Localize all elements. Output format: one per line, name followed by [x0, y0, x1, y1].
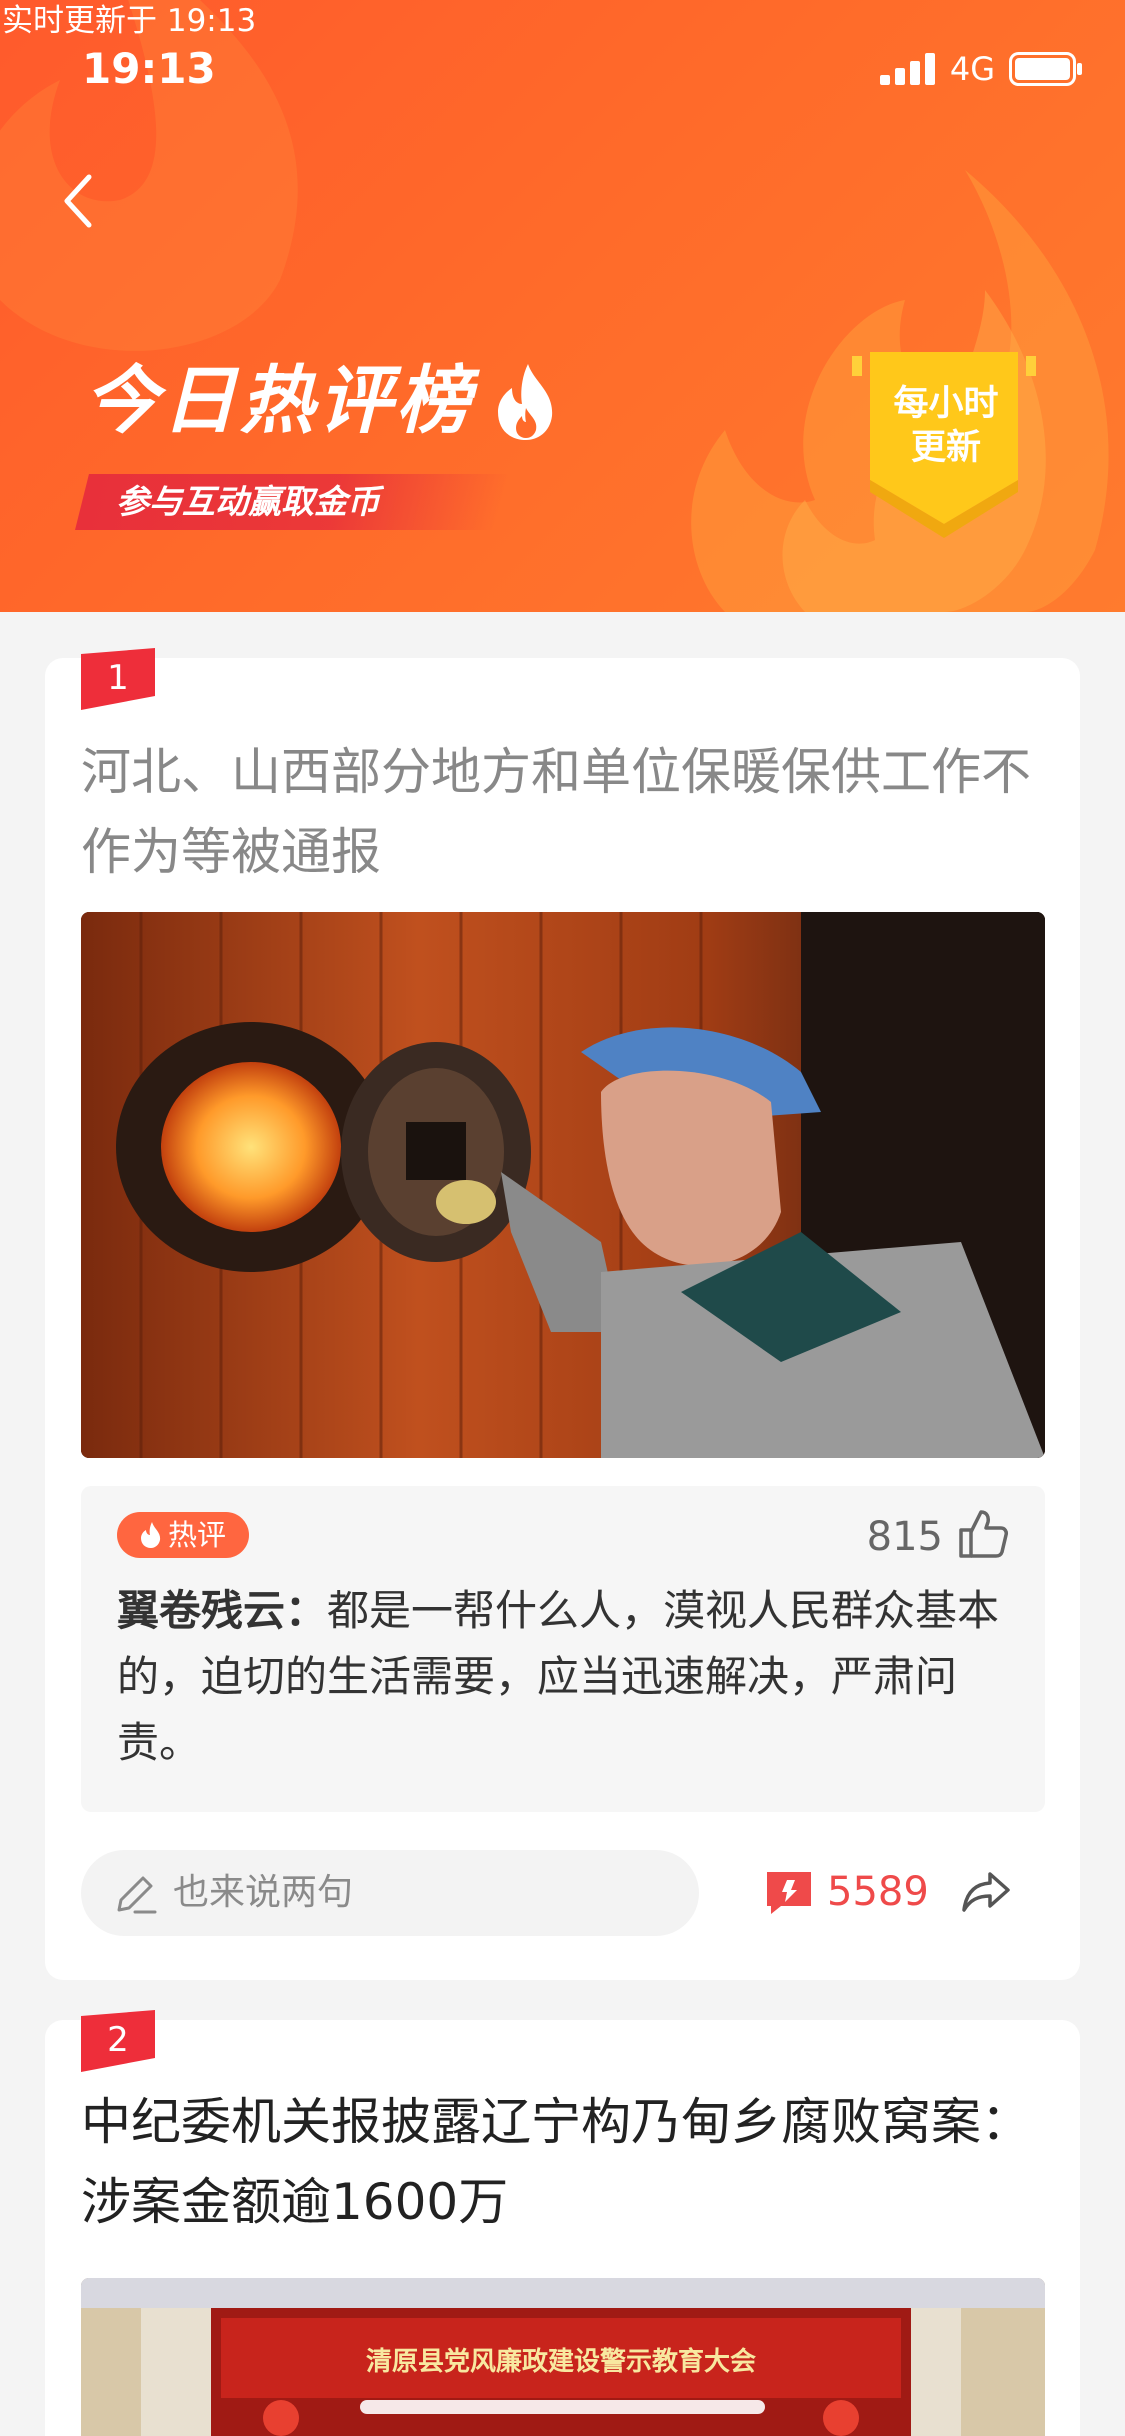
meeting-banner-text: 清原县党风廉政建设警示教育大会 [366, 2346, 756, 2377]
article-card[interactable]: 1 河北、山西部分地方和单位保暖保供工作不作为等被通报 热评 815 翼卷残云：… [45, 648, 1080, 1980]
pencil-icon [117, 1876, 157, 1914]
rank-number: 2 [107, 2020, 129, 2060]
comment-author[interactable]: 翼卷残云： [117, 1586, 327, 1635]
home-indicator[interactable] [360, 2400, 765, 2414]
battery-icon [1009, 52, 1082, 86]
hot-tag-label: 热评 [167, 1518, 226, 1552]
hot-comment-tag: 热评 [117, 1512, 249, 1558]
back-button[interactable] [48, 166, 108, 236]
header-banner: 实时更新于 19:13 19:13 4G 今日热评榜 参与互动赢取金币 每小时 … [0, 0, 1125, 612]
rank-number: 1 [107, 658, 129, 698]
status-time: 19:13 [82, 44, 216, 93]
comment-icon[interactable] [765, 1868, 813, 1916]
chevron-left-icon [64, 174, 92, 228]
hot-comment-box[interactable]: 热评 815 翼卷残云：都是一帮什么人，漠视人民群众基本的，迫切的生活需要，应当… [81, 1486, 1045, 1812]
badge-line-2: 更新 [910, 428, 981, 468]
flame-icon [140, 1522, 161, 1548]
share-icon[interactable] [960, 1868, 1012, 1916]
badge-line-1: 每小时 [893, 384, 999, 424]
thumbs-up-icon[interactable] [957, 1508, 1009, 1560]
hourly-update-text: 每小时 更新 [872, 382, 1020, 470]
signal-icon [879, 53, 935, 85]
realtime-update-label: 实时更新于 19:13 [2, 3, 257, 39]
article-title[interactable]: 中纪委机关报披露辽宁构乃甸乡腐败窝案：涉案金额逾1600万 [81, 2082, 1045, 2242]
comment-text: 翼卷残云：都是一帮什么人，漠视人民群众基本的，迫切的生活需要，应当迅速解决，严肃… [117, 1578, 1017, 1776]
comment-count[interactable]: 5589 [827, 1864, 929, 1920]
boiler-photo [81, 912, 1045, 1458]
flame-icon [498, 364, 553, 440]
comment-input-placeholder: 也来说两句 [173, 1872, 354, 1913]
page-title: 今日热评榜 [84, 358, 474, 444]
comment-input[interactable]: 也来说两句 [81, 1850, 699, 1936]
article-image[interactable] [81, 912, 1045, 1458]
like-count: 815 [866, 1514, 943, 1560]
subtitle-text: 参与互动赢取金币 [116, 482, 380, 521]
status-indicators: 4G [879, 50, 1083, 88]
article-card[interactable]: 2 中纪委机关报披露辽宁构乃甸乡腐败窝案：涉案金额逾1600万 清原县党风廉政建… [45, 2010, 1080, 2436]
article-title[interactable]: 河北、山西部分地方和单位保暖保供工作不作为等被通报 [81, 732, 1045, 892]
network-type: 4G [949, 50, 995, 88]
